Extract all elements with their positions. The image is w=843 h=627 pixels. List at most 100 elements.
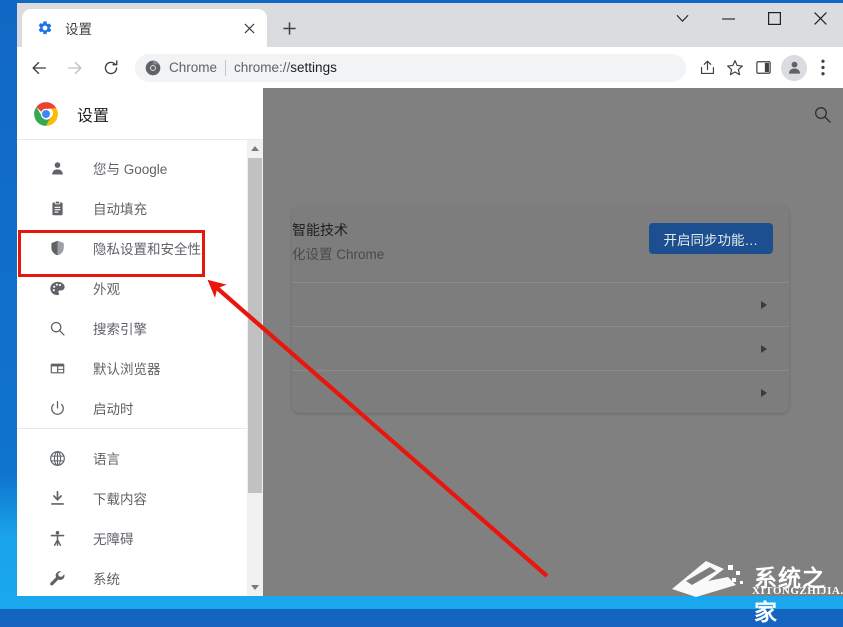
sidebar-item-system[interactable]: 系统 (17, 558, 263, 596)
search-icon (813, 105, 832, 124)
share-icon[interactable] (694, 55, 720, 81)
minimize-button[interactable] (705, 3, 751, 34)
scrollbar-thumb[interactable] (248, 158, 262, 493)
back-button[interactable] (24, 53, 54, 83)
sidebar-item-label: 搜索引擎 (93, 318, 147, 338)
settings-card: 智能技术 化设置 Chrome 开启同步功能… (292, 206, 789, 413)
maximize-button[interactable] (751, 3, 797, 34)
forward-button[interactable] (60, 53, 90, 83)
browser-window-icon (47, 358, 67, 378)
scrollbar-up-button[interactable] (247, 140, 263, 157)
close-window-button[interactable] (797, 3, 843, 34)
omnibox-separator (225, 60, 226, 76)
sync-title: 智能技术 (292, 220, 348, 240)
browser-toolbar: Chrome chrome://settings (17, 47, 843, 89)
plus-icon (282, 21, 297, 36)
sidebar-menu-group-primary: 您与 Google 自动填充 (17, 140, 263, 428)
settings-sidebar: 设置 您与 Google (17, 88, 263, 596)
sidebar-item-label: 系统 (93, 568, 120, 588)
sidebar-item-label: 无障碍 (93, 528, 134, 548)
chevron-right-icon (761, 301, 767, 309)
chrome-logo-icon (145, 60, 161, 76)
scrollbar-down-button[interactable] (247, 579, 263, 596)
address-bar[interactable]: Chrome chrome://settings (135, 54, 686, 82)
sidebar-item-label: 启动时 (93, 398, 134, 418)
clipboard-icon (49, 200, 66, 217)
sidebar-item-label: 自动填充 (93, 198, 147, 218)
share-icon (699, 59, 716, 76)
tab-title: 设置 (65, 18, 237, 38)
power-icon (47, 398, 67, 418)
palette-icon (49, 280, 66, 297)
new-tab-button[interactable] (275, 14, 303, 42)
sidebar-header: 设置 (17, 88, 263, 140)
sidebar-item-on-startup[interactable]: 启动时 (17, 388, 263, 428)
settings-row[interactable] (292, 327, 789, 371)
sidebar-item-label: 下载内容 (93, 488, 147, 508)
sidebar-item-search-engine[interactable]: 搜索引擎 (17, 308, 263, 348)
arrow-left-icon (30, 59, 48, 77)
chevron-right-icon (761, 389, 767, 397)
search-icon (49, 320, 66, 337)
three-dot-menu-icon (821, 59, 825, 76)
download-icon (49, 490, 66, 507)
reload-button[interactable] (96, 53, 126, 83)
accessibility-icon (47, 528, 67, 548)
sidebar-item-label: 外观 (93, 278, 120, 298)
three-dot-menu-icon[interactable] (810, 55, 836, 81)
sidebar-item-accessibility[interactable]: 无障碍 (17, 518, 263, 558)
settings-search-button[interactable] (808, 100, 836, 128)
person-icon (47, 158, 67, 178)
side-panel-icon[interactable] (750, 55, 776, 81)
turn-on-sync-button[interactable]: 开启同步功能… (649, 223, 774, 254)
sidebar-item-you-and-google[interactable]: 您与 Google (17, 148, 263, 188)
reload-icon (102, 59, 120, 77)
profile-avatar-icon[interactable] (781, 55, 807, 81)
close-icon (244, 23, 255, 34)
maximize-icon (768, 12, 781, 25)
tab-strip: 设置 (17, 3, 843, 47)
window-caption-buttons (659, 3, 843, 47)
side-panel-icon (755, 59, 772, 76)
person-icon (49, 160, 66, 177)
browser-window: 设置 (17, 3, 843, 596)
star-icon (726, 59, 744, 77)
chrome-logo-icon (33, 101, 59, 127)
sidebar-item-label: 语言 (93, 448, 120, 468)
sidebar-item-appearance[interactable]: 外观 (17, 268, 263, 308)
sidebar-item-languages[interactable]: 语言 (17, 438, 263, 478)
page-title: 设置 (77, 102, 109, 126)
settings-row[interactable] (292, 283, 789, 327)
sidebar-item-default-browser[interactable]: 默认浏览器 (17, 348, 263, 388)
sidebar-menu: 您与 Google 自动填充 (17, 140, 263, 596)
sync-row[interactable]: 智能技术 化设置 Chrome 开启同步功能… (292, 206, 789, 283)
settings-page: 智能技术 化设置 Chrome 开启同步功能… (17, 88, 843, 596)
globe-icon (49, 450, 66, 467)
arrow-right-icon (66, 59, 84, 77)
omnibox-chip-label: Chrome (169, 60, 217, 75)
close-icon (814, 12, 827, 25)
sidebar-item-autofill[interactable]: 自动填充 (17, 188, 263, 228)
browser-window-icon (49, 360, 66, 377)
sidebar-scrollbar[interactable] (247, 140, 263, 596)
download-icon (47, 488, 67, 508)
sidebar-item-privacy-and-security[interactable]: 隐私设置和安全性 (17, 228, 263, 268)
tab-settings[interactable]: 设置 (22, 9, 267, 47)
sidebar-item-label: 隐私设置和安全性 (93, 238, 201, 258)
chevron-right-icon (761, 345, 767, 353)
tab-close-button[interactable] (237, 16, 261, 40)
sidebar-menu-group-advanced: 语言 下载内容 (17, 428, 263, 596)
shield-icon (47, 238, 67, 258)
gear-icon (37, 20, 53, 36)
power-icon (49, 400, 66, 417)
globe-icon (47, 448, 67, 468)
accessibility-icon (49, 530, 66, 547)
clipboard-icon (47, 198, 67, 218)
shield-icon (49, 239, 66, 257)
triangle-up-icon (251, 146, 259, 151)
sidebar-item-label: 默认浏览器 (93, 358, 161, 378)
bookmark-star-icon[interactable] (722, 55, 748, 81)
tab-search-button[interactable] (659, 3, 705, 34)
sidebar-item-downloads[interactable]: 下载内容 (17, 478, 263, 518)
settings-row[interactable] (292, 371, 789, 413)
